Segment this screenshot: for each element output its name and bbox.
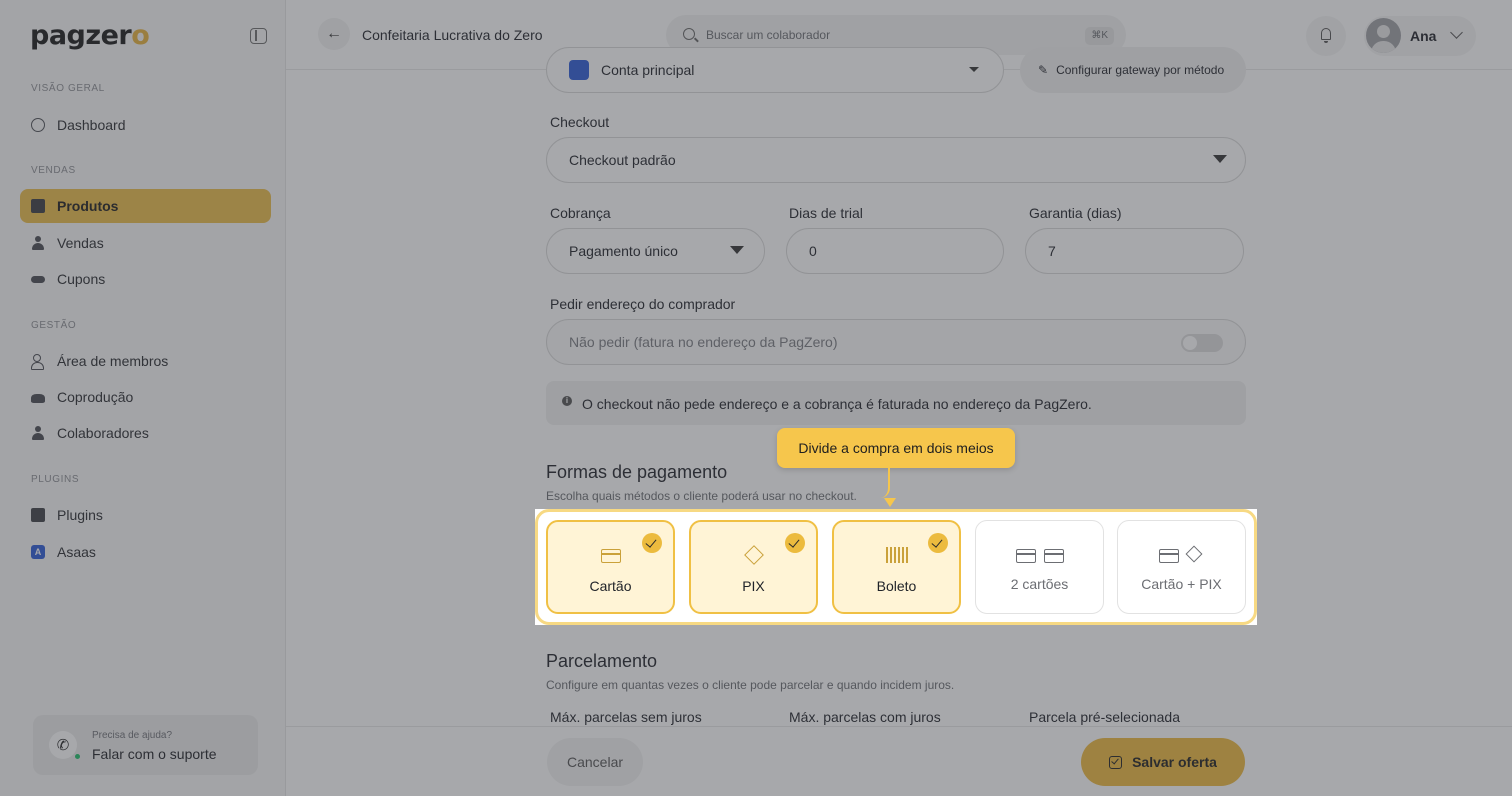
- credit-card-icon: [1016, 549, 1036, 563]
- pix-icon: [744, 545, 764, 565]
- payment-method-label: 2 cartões: [1010, 576, 1069, 592]
- payment-method-cartao[interactable]: Cartão: [546, 520, 675, 614]
- tour-overlay: [1257, 509, 1512, 625]
- payment-method-label: Cartão + PIX: [1141, 576, 1222, 592]
- payment-method-label: Cartão: [589, 578, 632, 594]
- tour-overlay: [0, 0, 1512, 509]
- tour-overlay: [0, 625, 1512, 796]
- payment-method-cartao-pix[interactable]: Cartão + PIX: [1117, 520, 1246, 614]
- credit-card-icon: [1044, 549, 1064, 563]
- check-icon: [928, 533, 948, 553]
- payment-method-label: PIX: [742, 578, 765, 594]
- check-icon: [642, 533, 662, 553]
- tour-pointer-arrow-icon: [884, 498, 896, 507]
- tour-tooltip: Divide a compra em dois meios: [777, 428, 1015, 468]
- credit-card-icon: [601, 549, 621, 563]
- barcode-icon: [886, 547, 908, 563]
- payment-method-pix[interactable]: PIX: [689, 520, 818, 614]
- tour-overlay: [0, 509, 535, 625]
- payment-method-boleto[interactable]: Boleto: [832, 520, 961, 614]
- pix-icon: [1185, 545, 1203, 563]
- payment-method-dois-cartoes[interactable]: 2 cartões: [975, 520, 1104, 614]
- credit-card-icon: [1159, 549, 1179, 563]
- payment-method-label: Boleto: [876, 578, 917, 594]
- check-icon: [785, 533, 805, 553]
